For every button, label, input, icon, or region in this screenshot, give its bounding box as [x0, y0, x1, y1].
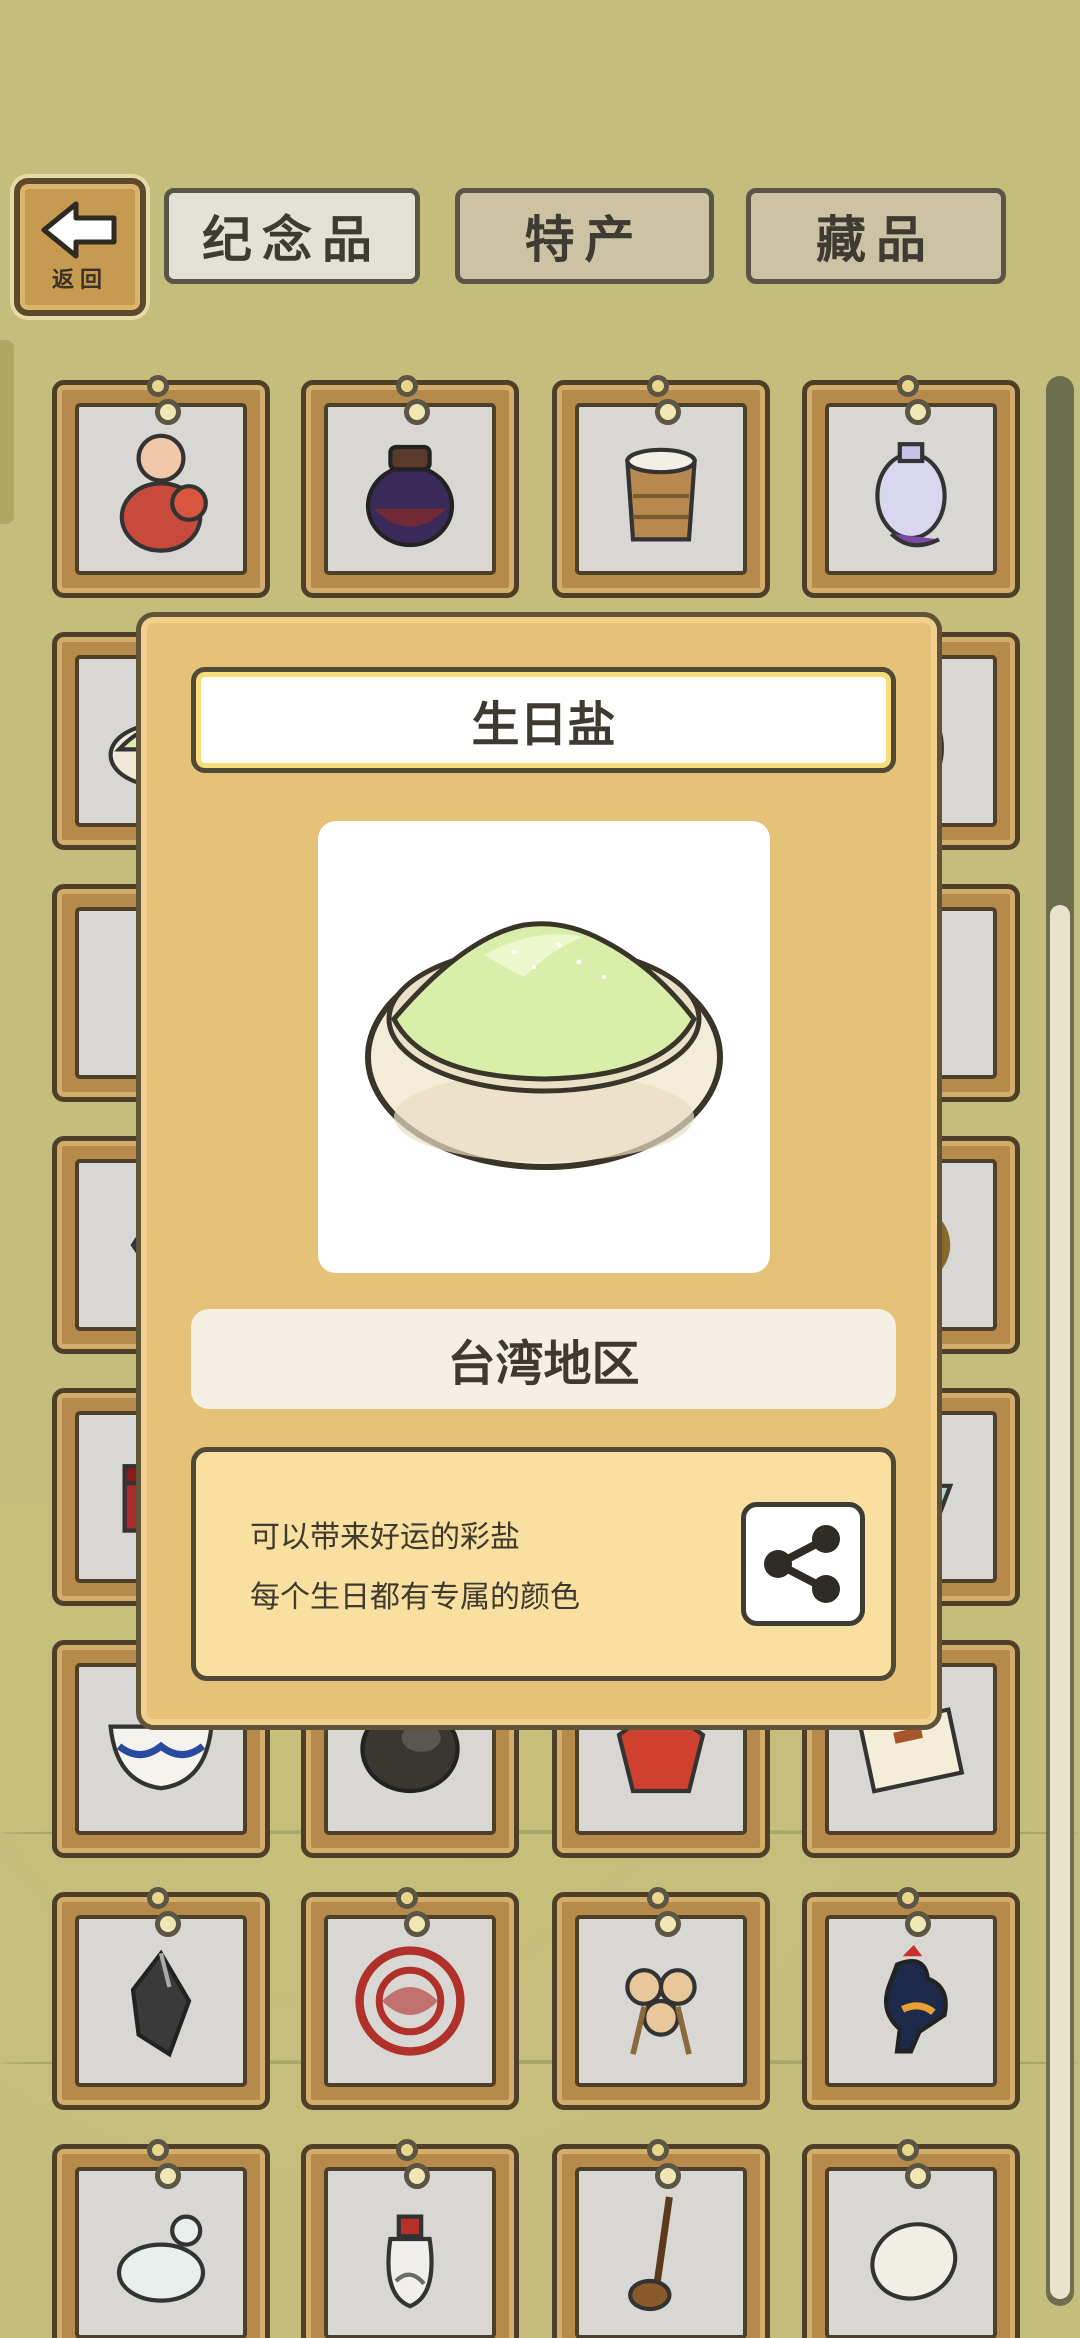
collection-item-slot[interactable] [552, 2139, 770, 2338]
collection-item-slot[interactable] [552, 375, 770, 598]
item-slot-inner [575, 403, 747, 575]
item-detail-modal: 生日盐 台湾地区 可以带来好运的彩盐 每个生日都有专属的颜色 [136, 612, 942, 1730]
collection-item-slot[interactable] [52, 2139, 270, 2338]
clay-doll-icon [119, 433, 208, 553]
collection-item-slot[interactable] [552, 1887, 770, 2110]
hanging-ring-icon [155, 399, 181, 425]
hanging-hook-icon [147, 2139, 169, 2161]
hanging-ring-icon [655, 2163, 681, 2189]
item-slot-inner [575, 1915, 747, 2087]
back-arrow-icon [41, 201, 117, 259]
hanging-hook-icon [647, 1887, 669, 1909]
collection-item-slot[interactable] [802, 1887, 1020, 2110]
hanging-ring-icon [905, 399, 931, 425]
red-paper-medallion-icon [355, 1946, 465, 2056]
scrollbar-thumb[interactable] [1050, 905, 1070, 2299]
item-slot-inner [825, 1915, 997, 2087]
hanging-hook-icon [647, 2139, 669, 2161]
item-slot-inner [324, 403, 496, 575]
woven-cup-icon [625, 447, 697, 542]
hanging-hook-icon [897, 375, 919, 397]
jade-frog-icon [116, 2214, 206, 2303]
hanging-hook-icon [647, 375, 669, 397]
item-slot-inner [825, 2167, 997, 2338]
back-label: 返回 [51, 268, 108, 293]
hanging-ring-icon [404, 1911, 430, 1937]
black-stone-pendant-icon [130, 1949, 192, 2058]
item-slot-inner [575, 2167, 747, 2338]
salt-bowl-icon [365, 921, 723, 1170]
collection-item-slot[interactable] [52, 375, 270, 598]
description-box: 可以带来好运的彩盐 每个生日都有专属的颜色 [191, 1447, 896, 1681]
tab-collectibles[interactable]: 藏品 [746, 188, 1006, 284]
hanging-ring-icon [404, 399, 430, 425]
item-slot-inner [825, 403, 997, 575]
item-slot-inner [324, 1915, 496, 2087]
hanging-hook-icon [396, 375, 418, 397]
hanging-hook-icon [897, 2139, 919, 2161]
cloisonne-vase-icon [875, 442, 947, 548]
collection-item-slot[interactable] [802, 375, 1020, 598]
back-button[interactable]: 返回 [14, 178, 146, 316]
description-line: 每个生日都有专属的颜色 [250, 1580, 580, 1615]
hanging-ring-icon [905, 1911, 931, 1937]
white-egg-stone-icon [870, 2222, 958, 2301]
item-slot-inner [75, 2167, 247, 2338]
lidded-jar-icon [365, 444, 455, 548]
hanging-ring-icon [155, 1911, 181, 1937]
item-slot-inner [324, 2167, 496, 2338]
hanging-ring-icon [155, 2163, 181, 2189]
rabbit-skewer-icon [625, 1968, 697, 2055]
collection-item-slot[interactable] [802, 2139, 1020, 2338]
hanging-ring-icon [404, 2163, 430, 2189]
hanging-hook-icon [147, 1887, 169, 1909]
side-handle[interactable] [0, 340, 14, 524]
description-line: 可以带来好运的彩盐 [250, 1520, 520, 1555]
hanging-hook-icon [147, 375, 169, 397]
tab-souvenirs[interactable]: 纪念品 [164, 188, 420, 284]
string-instrument-icon [628, 2196, 673, 2312]
item-slot-inner [75, 1915, 247, 2087]
collection-item-slot[interactable] [52, 1887, 270, 2110]
collection-item-slot[interactable] [301, 375, 519, 598]
hanging-ring-icon [905, 2163, 931, 2189]
tab-specialties[interactable]: 特产 [455, 188, 714, 284]
item-slot-inner [75, 403, 247, 575]
hanging-hook-icon [396, 1887, 418, 1909]
item-title: 生日盐 [191, 667, 896, 773]
item-image-frame [318, 821, 770, 1273]
hanging-ring-icon [655, 1911, 681, 1937]
rooster-figurine-icon [884, 1945, 948, 2054]
share-button[interactable] [741, 1502, 865, 1626]
snuff-bottle-icon [386, 2214, 434, 2309]
collection-item-slot[interactable] [301, 2139, 519, 2338]
hanging-ring-icon [655, 399, 681, 425]
hanging-hook-icon [897, 1887, 919, 1909]
collection-item-slot[interactable] [301, 1887, 519, 2110]
share-icon [764, 1525, 840, 1603]
hanging-hook-icon [396, 2139, 418, 2161]
region-label: 台湾地区 [191, 1309, 896, 1409]
